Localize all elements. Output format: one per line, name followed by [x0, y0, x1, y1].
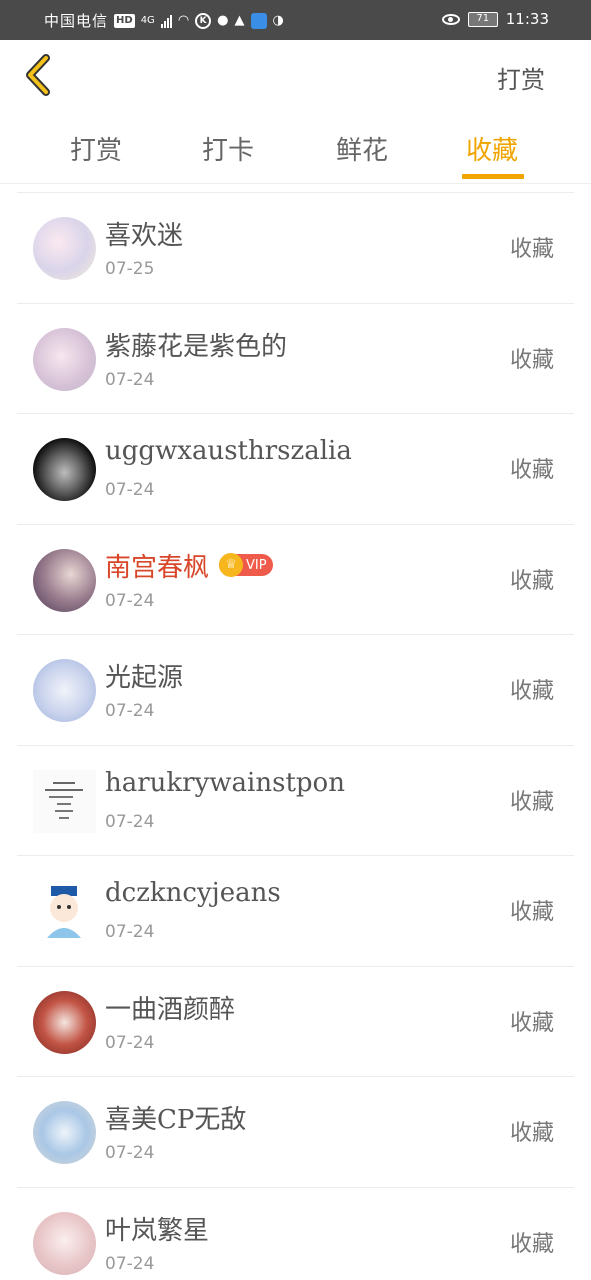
user-name: 叶岚繁星	[105, 1210, 209, 1247]
record-type: 收藏	[509, 1121, 554, 1146]
user-name-text: 南宫春枫	[105, 552, 210, 583]
tab-bar: 打赏 打卡 鲜花 收藏	[0, 112, 591, 184]
user-name: 南宫春枫 ♕ VIP	[105, 547, 273, 584]
record-type: 收藏	[509, 679, 554, 704]
list-item[interactable]: uggwxausthrszalia 07-24 收藏	[17, 413, 574, 524]
user-name-text: 喜美CP无敌	[105, 1105, 247, 1135]
avatar	[33, 990, 96, 1054]
avatar	[33, 1101, 96, 1164]
avatar	[33, 548, 96, 612]
user-name: dczkncyjeans	[105, 878, 281, 908]
tab-checkin[interactable]: 打卡	[188, 130, 268, 167]
text-image-icon	[45, 781, 83, 819]
user-name-text: 一曲酒颜醉	[105, 994, 236, 1025]
signal-icon	[160, 14, 172, 28]
avatar	[33, 659, 96, 722]
status-right: 71 11:33	[441, 10, 549, 28]
active-tab-indicator	[462, 174, 524, 179]
user-name: 光起源	[105, 657, 183, 694]
record-type: 收藏	[509, 1010, 554, 1036]
user-name: 喜欢迷	[105, 215, 183, 252]
user-name-text: 叶岚繁星	[105, 1215, 210, 1246]
record-date: 07-24	[105, 590, 155, 611]
avatar	[33, 327, 96, 391]
user-name-text: dczkncyjeans	[105, 878, 281, 908]
record-type: 收藏	[509, 568, 554, 594]
record-type: 收藏	[509, 900, 554, 925]
k-app-icon: K	[195, 12, 212, 29]
list-item[interactable]: 南宫春枫 ♕ VIP 07-24 收藏	[17, 523, 574, 635]
battery-icon: 71	[467, 11, 498, 27]
status-left: 中国电信 HD 4G ◠ K ● ▲ ◑	[44, 10, 284, 31]
list-item[interactable]: dczkncyjeans 07-24 收藏	[17, 855, 574, 966]
record-date: 07-24	[105, 1032, 155, 1053]
record-date: 07-24	[105, 811, 155, 832]
notification-icon: ●	[217, 13, 229, 28]
app-icon	[250, 12, 267, 29]
list-item[interactable]: 喜欢迷 07-25 收藏	[17, 192, 574, 303]
list-item[interactable]: 紫藤花是紫色的 07-24 收藏	[17, 302, 574, 414]
clock: 11:33	[505, 10, 549, 28]
user-name: harukrywainstpon	[105, 768, 345, 798]
record-date: 07-24	[105, 369, 155, 390]
cartoon-avatar-icon	[47, 886, 81, 938]
avatar	[33, 438, 96, 501]
list-item[interactable]: 叶岚繁星 07-24 收藏	[17, 1186, 574, 1280]
avatar	[33, 1211, 96, 1275]
record-type: 收藏	[509, 1231, 554, 1257]
record-date: 07-25	[105, 259, 155, 279]
app-header: 打赏	[0, 40, 591, 112]
tab-flowers[interactable]: 鲜花	[322, 130, 402, 167]
list-item[interactable]: harukrywainstpon 07-24 收藏	[17, 744, 574, 856]
user-name-text: 喜欢迷	[105, 221, 184, 251]
list-item[interactable]: 喜美CP无敌 07-24 收藏	[17, 1076, 574, 1187]
wifi-icon: ◠	[177, 13, 190, 28]
user-name: 喜美CP无敌	[105, 1099, 246, 1136]
vip-badge: ♕ VIP	[219, 553, 273, 577]
avatar	[33, 880, 96, 943]
favorites-list: 喜欢迷 07-25 收藏 紫藤花是紫色的 07-24 收藏 uggwxausth…	[0, 192, 591, 1280]
tab-favorites[interactable]: 收藏	[452, 130, 532, 167]
record-date: 07-24	[105, 922, 155, 942]
reward-button[interactable]: 打赏	[497, 60, 545, 95]
user-name-text: 紫藤花是紫色的	[105, 331, 288, 362]
avatar	[33, 769, 96, 833]
chevron-left-icon	[26, 54, 50, 96]
network-type: 4G	[140, 15, 155, 26]
avatar	[33, 217, 96, 280]
user-name: uggwxausthrszalia	[105, 436, 352, 466]
record-date: 07-24	[105, 480, 155, 500]
record-type: 收藏	[509, 789, 554, 815]
back-button[interactable]	[22, 54, 58, 96]
record-type: 收藏	[509, 237, 554, 262]
list-item[interactable]: 一曲酒颜醉 07-24 收藏	[17, 965, 574, 1077]
eye-icon	[441, 13, 460, 25]
user-name-text: harukrywainstpon	[105, 767, 345, 798]
hd-badge: HD	[114, 13, 135, 28]
user-name-text: uggwxausthrszalia	[105, 436, 352, 466]
record-type: 收藏	[509, 458, 554, 483]
record-date: 07-24	[105, 1253, 155, 1274]
list-item[interactable]: 光起源 07-24 收藏	[17, 634, 574, 745]
wechat-icon: ◑	[272, 13, 284, 28]
status-bar: 中国电信 HD 4G ◠ K ● ▲ ◑ 71 11:33	[0, 0, 591, 40]
crown-icon: ♕	[219, 553, 244, 577]
tab-reward[interactable]: 打赏	[56, 130, 136, 167]
user-name-text: 光起源	[105, 663, 184, 693]
vip-label: VIP	[246, 557, 267, 573]
record-date: 07-24	[105, 701, 155, 721]
user-name: 紫藤花是紫色的	[105, 326, 287, 363]
user-name: 一曲酒颜醉	[105, 989, 235, 1026]
record-date: 07-24	[105, 1143, 155, 1163]
qq-icon: ▲	[234, 13, 245, 28]
record-type: 收藏	[509, 347, 554, 373]
carrier-label: 中国电信	[44, 12, 109, 30]
